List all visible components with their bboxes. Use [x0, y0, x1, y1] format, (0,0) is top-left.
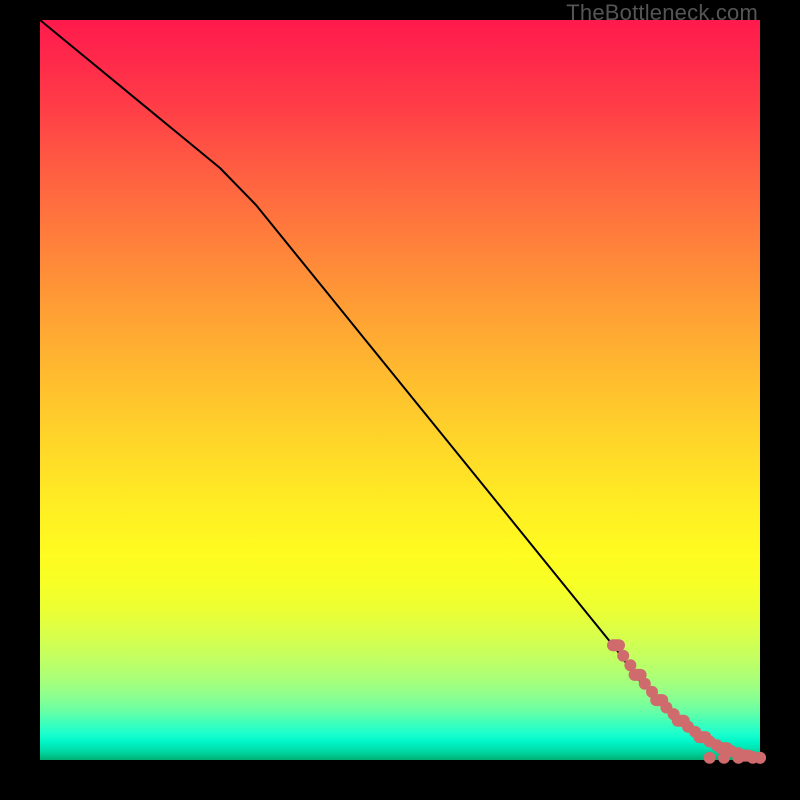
main-curve [40, 20, 760, 758]
scatter-dots [607, 639, 766, 764]
chart-svg [40, 20, 760, 760]
scatter-dot [617, 650, 629, 662]
scatter-dot [704, 752, 716, 764]
scatter-dot [718, 752, 730, 764]
plot-area [40, 20, 760, 760]
scatter-dot [607, 639, 625, 651]
scatter-dot [754, 752, 766, 764]
chart-frame: TheBottleneck.com [0, 0, 800, 800]
scatter-dot [732, 752, 744, 764]
